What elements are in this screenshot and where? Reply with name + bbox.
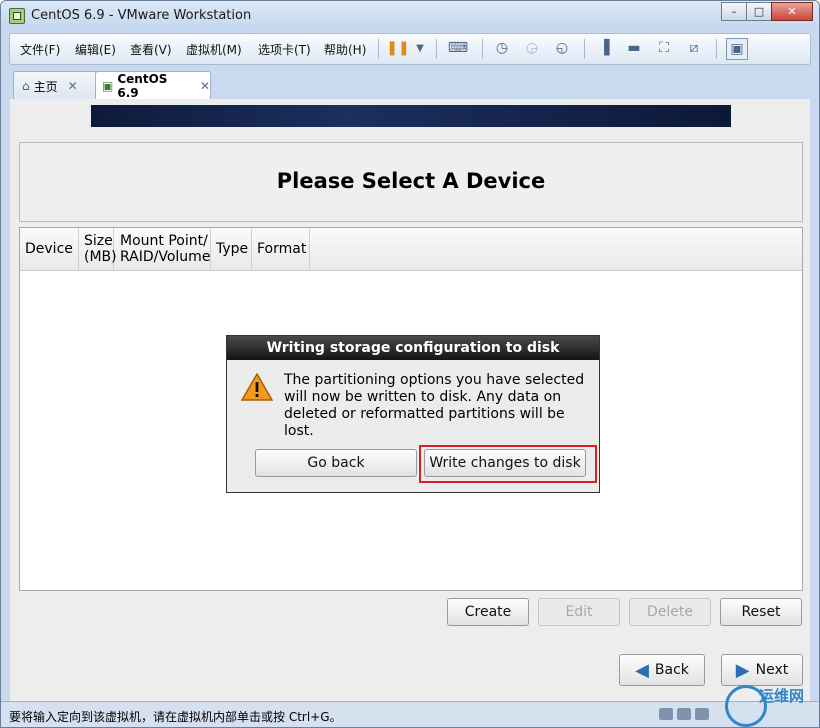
arrow-right-icon: ▶ [735, 659, 750, 681]
dialog-message: The partitioning options you have select… [284, 372, 594, 440]
menu-file[interactable]: 文件(F) [20, 41, 60, 58]
vm-console[interactable]: Please Select A Device Device Size (MB) … [10, 99, 810, 701]
create-button[interactable]: Create [447, 598, 529, 626]
cdrom-icon[interactable] [677, 708, 691, 720]
back-button-label: Back [654, 662, 689, 678]
revert-snapshot-icon[interactable]: ◶ [522, 38, 542, 58]
menu-view[interactable]: 查看(V) [130, 41, 172, 58]
edit-button[interactable]: Edit [538, 598, 620, 626]
column-type[interactable]: Type [211, 228, 252, 270]
snapshot-icon[interactable]: ◷ [492, 38, 512, 58]
next-button[interactable]: ▶ Next [721, 654, 803, 686]
window-title: CentOS 6.9 - VMware Workstation [31, 8, 252, 23]
column-size[interactable]: Size (MB) [79, 228, 117, 270]
delete-button[interactable]: Delete [629, 598, 711, 626]
device-table-header: Device Size (MB) Mount Point/ RAID/Volum… [20, 228, 802, 271]
device-status-icons [659, 708, 709, 720]
watermark-text: 运维网 [759, 687, 805, 705]
thumbnail-icon[interactable]: ▣ [726, 38, 748, 60]
next-button-label: Next [755, 662, 789, 678]
reset-button[interactable]: Reset [720, 598, 802, 626]
menu-edit[interactable]: 编辑(E) [75, 41, 116, 58]
write-confirm-dialog: Writing storage configuration to disk Th… [226, 335, 600, 493]
send-keys-icon[interactable]: ⌨ [448, 38, 468, 58]
title-bar[interactable]: CentOS 6.9 - VMware Workstation – □ ✕ [1, 1, 819, 31]
back-button[interactable]: ◀ Back [619, 654, 705, 686]
tab-centos-label: CentOS 6.9 [117, 72, 168, 100]
page-title: Please Select A Device [276, 169, 546, 193]
tab-strip: ⌂ 主页 ✕ ▣ CentOS 6.9 ✕ [9, 69, 811, 100]
home-icon: ⌂ [22, 79, 30, 93]
status-text: 要将输入定向到该虚拟机，请在虚拟机内部单击或按 Ctrl+G。 [9, 710, 342, 724]
menu-bar: 文件(F) 编辑(E) 查看(V) 虚拟机(M) 选项卡(T) 帮助(H) ❚❚… [9, 33, 811, 65]
dialog-message-line: deleted or reformatted partitions will b… [284, 406, 565, 439]
warning-icon [241, 373, 273, 401]
unity-icon[interactable]: ⧄ [684, 38, 704, 58]
hdd-icon[interactable] [659, 708, 673, 720]
highlight-box [419, 445, 597, 483]
column-format[interactable]: Format [252, 228, 310, 270]
maximize-button[interactable]: □ [746, 2, 772, 21]
menu-help[interactable]: 帮助(H) [324, 41, 366, 58]
toolbar-separator [716, 39, 717, 59]
installer-banner [91, 105, 731, 127]
tab-centos-close[interactable]: ✕ [200, 79, 210, 93]
minimize-button[interactable]: – [721, 2, 747, 21]
toolbar-separator [436, 39, 437, 59]
heading-panel: Please Select A Device [19, 142, 803, 222]
menu-tabs[interactable]: 选项卡(T) [258, 41, 311, 58]
close-button[interactable]: ✕ [771, 2, 813, 21]
tab-home[interactable]: ⌂ 主页 ✕ [13, 71, 99, 100]
vmware-app-icon [9, 8, 25, 24]
snapshot-manager-icon[interactable]: ◵ [552, 38, 572, 58]
sidebar-icon[interactable]: ▐ [594, 38, 614, 58]
dialog-message-line: The partitioning options you have select… [284, 372, 585, 388]
toolbar-separator [584, 39, 585, 59]
network-icon[interactable] [695, 708, 709, 720]
watermark-logo: 运维网 [723, 683, 819, 727]
arrow-left-icon: ◀ [635, 659, 649, 681]
vm-icon: ▣ [102, 79, 114, 93]
toolbar-separator [378, 39, 379, 59]
column-mount-point[interactable]: Mount Point/ RAID/Volume [115, 228, 211, 270]
window-controls: – □ ✕ [721, 2, 813, 21]
tab-centos[interactable]: ▣ CentOS 6.9 ✕ [95, 71, 211, 100]
vmware-window: CentOS 6.9 - VMware Workstation – □ ✕ 文件… [0, 0, 820, 728]
dialog-title: Writing storage configuration to disk [227, 336, 599, 360]
fullscreen-icon[interactable]: ⛶ [654, 38, 674, 58]
status-bar: 要将输入定向到该虚拟机，请在虚拟机内部单击或按 Ctrl+G。 [1, 701, 819, 727]
column-device[interactable]: Device [20, 228, 79, 270]
console-icon[interactable]: ▬ [624, 38, 644, 58]
menu-vm[interactable]: 虚拟机(M) [186, 41, 242, 58]
tab-home-close[interactable]: ✕ [68, 79, 78, 93]
toolbar-separator [482, 39, 483, 59]
tab-home-label: 主页 [33, 79, 58, 94]
go-back-button[interactable]: Go back [255, 449, 417, 477]
dialog-message-line: will now be written to disk. Any data on [284, 389, 562, 405]
dropdown-icon[interactable]: ▼ [410, 38, 430, 58]
pause-icon[interactable]: ❚❚ [386, 38, 409, 58]
